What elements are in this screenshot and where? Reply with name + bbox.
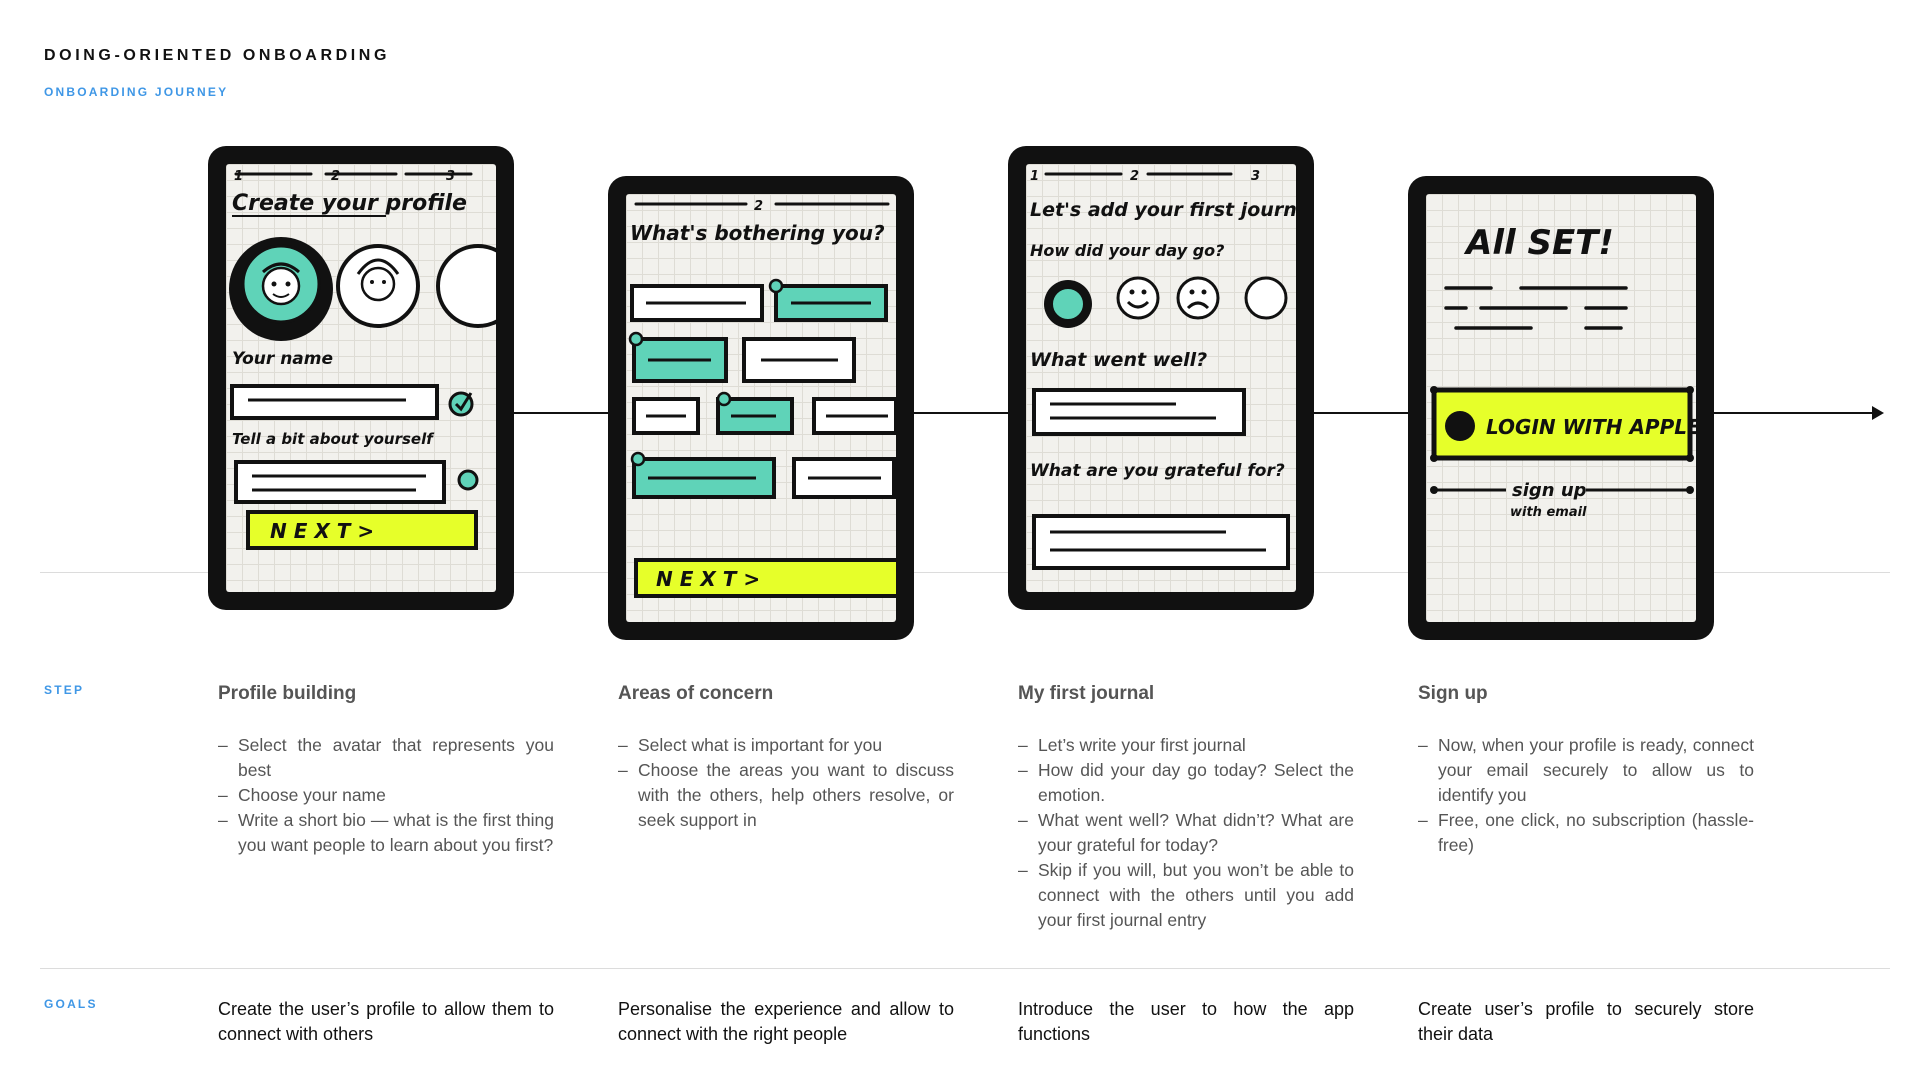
bullet-item: Select the avatar that represents you be… <box>218 733 554 783</box>
step-title: Sign up <box>1418 683 1488 704</box>
went-well-label: What went well? <box>1030 349 1207 371</box>
sketch-concerns: 2 What's bothering you? N E X T > <box>628 199 896 598</box>
avatar-option-icon[interactable] <box>336 244 420 328</box>
bullet-item: How did your day go today? Select the em… <box>1018 758 1354 808</box>
goal-text-signup: Create user’s profile to securely store … <box>1418 999 1754 1044</box>
row-label-goals: GOALS <box>44 997 98 1011</box>
sketch-heading: All SET! <box>1463 223 1614 263</box>
bio-label: Tell a bit about yourself <box>232 430 435 448</box>
check-icon <box>630 451 646 467</box>
goal-text-journal: Introduce the user to how the app functi… <box>1018 999 1354 1044</box>
sketch-journal: 1 2 3 Let's add your first journal How d… <box>1030 169 1296 570</box>
phone-mockup-profile: 1 2 3 Create your profile Your name Tell… <box>208 146 514 610</box>
check-icon <box>768 278 784 294</box>
phone-mockup-signup: All SET! LOGIN WITH APPLE sign up with e… <box>1408 176 1714 640</box>
sketch-heading: Create your profile <box>232 191 467 216</box>
progress-2: 2 <box>1130 169 1139 184</box>
bullet-item: Now, when your profile is ready, connect… <box>1418 733 1754 808</box>
timeline-arrow-icon <box>1872 406 1884 420</box>
page-subtitle: ONBOARDING JOURNEY <box>44 85 229 99</box>
bullet-item: Skip if you will, but you won’t be able … <box>1018 858 1354 933</box>
step-column-signup: Sign up Now, when your profile is ready,… <box>1418 683 1754 858</box>
sketch-screen-signup: All SET! LOGIN WITH APPLE sign up with e… <box>1426 194 1696 622</box>
step-column-profile: Profile building Select the avatar that … <box>218 683 554 858</box>
check-icon <box>628 331 644 347</box>
avatar-option-icon-2[interactable] <box>436 244 496 328</box>
progress-2: 2 <box>754 199 763 214</box>
apple-logo-icon <box>1445 411 1475 441</box>
bullet-item: What went well? What didn’t? What are yo… <box>1018 808 1354 858</box>
phone-mockup-journal: 1 2 3 Let's add your first journal How d… <box>1008 146 1314 610</box>
step-bullets: Select what is important for you Choose … <box>618 733 954 833</box>
step-bullets: Let’s write your first journal How did y… <box>1018 733 1354 933</box>
emotion-sad-icon[interactable] <box>1176 276 1220 320</box>
sketch-screen-profile: 1 2 3 Create your profile Your name Tell… <box>226 164 496 592</box>
bullet-item: Choose the areas you want to discuss wit… <box>618 758 954 833</box>
row-label-step: STEP <box>44 683 85 697</box>
emotion-happy-icon[interactable] <box>1116 276 1160 320</box>
progress-2: 2 <box>331 169 340 184</box>
step-title: Profile building <box>218 683 357 704</box>
goal-text-profile: Create the user’s profile to allow them … <box>218 999 554 1044</box>
step-title: My first journal <box>1018 683 1155 704</box>
grateful-input-sketch[interactable] <box>1032 514 1290 570</box>
next-label: N E X T > <box>270 519 374 543</box>
sketch-profile: 1 2 3 Create your profile Your name Tell… <box>229 169 496 550</box>
signup-link-label[interactable]: sign up <box>1512 480 1587 501</box>
check-icon <box>716 391 732 407</box>
next-label: N E X T > <box>656 567 760 591</box>
went-well-input-sketch[interactable] <box>1032 388 1246 436</box>
step-column-concerns: Areas of concern Select what is importan… <box>618 683 954 833</box>
bullet-item: Choose your name <box>218 783 554 808</box>
sketch-heading: What's bothering you? <box>630 221 885 245</box>
progress-1: 1 <box>1030 169 1039 184</box>
goal-text-concerns: Personalise the experience and allow to … <box>618 999 954 1044</box>
sketch-heading: Let's add your first journal <box>1030 199 1296 221</box>
sketch-screen-concerns: 2 What's bothering you? N E X T > <box>626 194 896 622</box>
divider-bottom <box>40 968 1890 969</box>
bio-input-sketch[interactable] <box>234 460 446 504</box>
sketch-question: How did your day go? <box>1030 241 1224 260</box>
step-column-journal: My first journal Let’s write your first … <box>1018 683 1354 933</box>
name-input-sketch[interactable] <box>230 384 439 420</box>
signup-sub-label: with email <box>1510 505 1587 520</box>
name-label: Your name <box>232 349 333 369</box>
progress-1: 1 <box>234 169 243 184</box>
sketch-signup: All SET! LOGIN WITH APPLE sign up with e… <box>1430 223 1696 520</box>
step-bullets: Now, when your profile is ready, connect… <box>1418 733 1754 858</box>
login-label: LOGIN WITH APPLE <box>1486 415 1696 439</box>
page-title: DOING-ORIENTED ONBOARDING <box>44 47 390 64</box>
bullet-item: Select what is important for you <box>618 733 954 758</box>
sketch-screen-journal: 1 2 3 Let's add your first journal How d… <box>1026 164 1296 592</box>
check-icon-2 <box>457 469 479 491</box>
bullet-item: Write a short bio — what is the first th… <box>218 808 554 858</box>
progress-3: 3 <box>1251 169 1260 184</box>
bullet-item: Free, one click, no subscription (hassle… <box>1418 808 1754 858</box>
step-bullets: Select the avatar that represents you be… <box>218 733 554 858</box>
step-title: Areas of concern <box>618 683 774 704</box>
progress-3: 3 <box>446 169 455 184</box>
phone-mockup-concerns: 2 What's bothering you? N E X T > <box>608 176 914 640</box>
grateful-label: What are you grateful for? <box>1030 461 1285 481</box>
emotion-neutral-icon[interactable] <box>1244 276 1288 320</box>
bullet-item: Let’s write your first journal <box>1018 733 1354 758</box>
